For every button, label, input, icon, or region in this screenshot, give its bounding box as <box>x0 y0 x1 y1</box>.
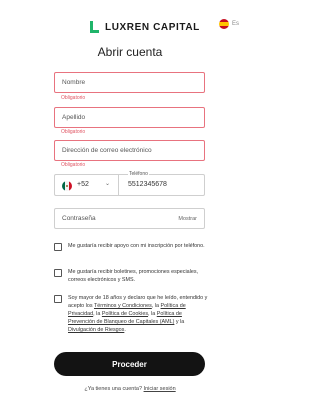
show-password-toggle[interactable]: Mostrar <box>178 216 197 222</box>
password-placeholder: Contraseña <box>62 215 96 222</box>
language-selector[interactable]: Es <box>219 19 239 29</box>
cookies-link[interactable]: Política de Cookies <box>102 311 148 317</box>
terms-text-part: , la <box>93 311 102 317</box>
terms-checkbox[interactable] <box>54 295 62 303</box>
phone-support-consent: Me gustaría recibir apoyo con mi inscrip… <box>54 242 209 251</box>
email-field[interactable]: Dirección de correo electrónico <box>54 140 205 161</box>
login-prompt: ¿Ya tienes una cuenta? Iniciar sesión <box>0 386 260 392</box>
login-link[interactable]: Iniciar sesión <box>144 386 176 392</box>
marketing-consent: Me gustaría recibir boletines, promocion… <box>54 268 209 284</box>
terms-text-part: , la <box>151 303 161 309</box>
signup-page: LUXREN CAPITAL Es Abrir cuenta Nombre Ob… <box>0 0 260 393</box>
first-name-placeholder: Nombre <box>62 79 86 86</box>
page-title: Abrir cuenta <box>97 45 163 59</box>
terms-text-part: , la <box>148 311 157 317</box>
terms-text-part: y la <box>174 319 185 325</box>
last-name-placeholder: Apellido <box>62 114 86 121</box>
country-code[interactable]: +52 <box>77 181 89 188</box>
spain-flag-icon <box>219 19 229 29</box>
mexico-flag-icon <box>62 181 72 191</box>
last-name-error: Obligatorio <box>61 129 86 135</box>
brand-name: LUXREN CAPITAL <box>105 21 200 33</box>
brand-mark-icon <box>90 21 100 33</box>
terms-text: Soy mayor de 18 años y declaro que he le… <box>68 294 209 334</box>
phone-label: Teléfono <box>128 171 149 177</box>
email-placeholder: Dirección de correo electrónico <box>62 147 152 154</box>
risk-link[interactable]: Divulgación de Riesgos <box>68 327 124 333</box>
last-name-field[interactable]: Apellido <box>54 107 205 128</box>
phone-divider <box>118 174 119 196</box>
password-field[interactable]: Contraseña Mostrar <box>54 208 205 229</box>
email-error: Obligatorio <box>61 162 86 168</box>
terms-text-part: . <box>124 327 126 333</box>
phone-support-text: Me gustaría recibir apoyo con mi inscrip… <box>68 243 205 249</box>
phone-input[interactable]: 5512345678 <box>128 181 167 188</box>
chevron-down-icon[interactable]: ⌄ <box>105 180 110 187</box>
login-question: ¿Ya tienes una cuenta? <box>84 386 143 392</box>
first-name-error: Obligatorio <box>61 95 86 101</box>
marketing-text: Me gustaría recibir boletines, promocion… <box>68 269 199 283</box>
brand-logo: LUXREN CAPITAL <box>90 20 200 34</box>
language-code: Es <box>232 21 240 27</box>
first-name-field[interactable]: Nombre <box>54 72 205 93</box>
terms-link[interactable]: Términos y Condiciones <box>94 303 152 309</box>
marketing-checkbox[interactable] <box>54 269 62 277</box>
proceed-button[interactable]: Proceder <box>54 352 205 376</box>
phone-support-checkbox[interactable] <box>54 243 62 251</box>
phone-field-group: +52 ⌄ Teléfono 5512345678 <box>54 171 205 196</box>
terms-consent: Soy mayor de 18 años y declaro que he le… <box>54 294 209 334</box>
